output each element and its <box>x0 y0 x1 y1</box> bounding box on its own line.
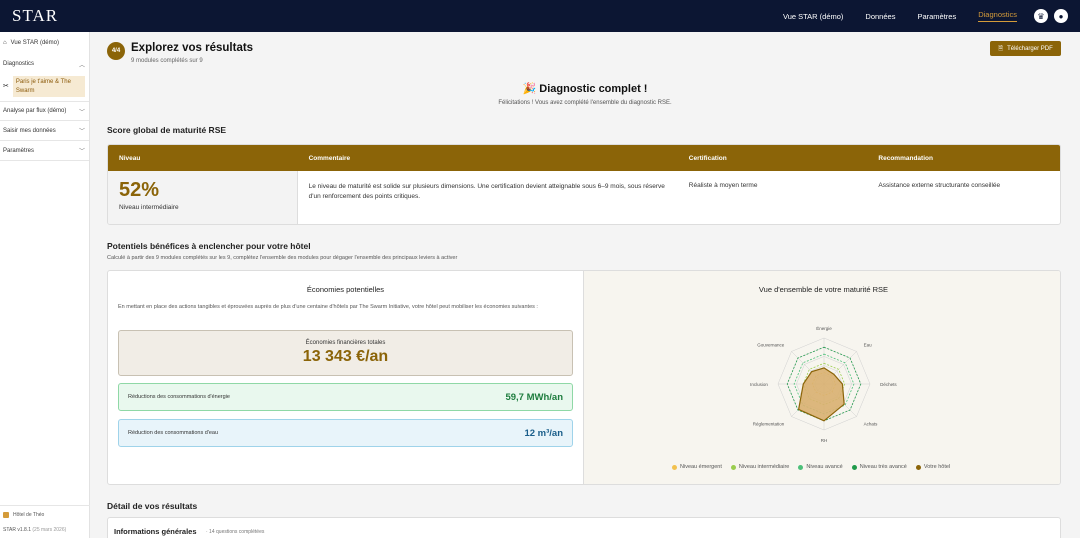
sidebar: ⌂ Vue STAR (démo) Diagnostics ︿ ✂ Paris j… <box>0 32 90 538</box>
legend-label: Niveau émergent <box>680 464 722 470</box>
radar-chart: Énergie Eau Déchets Achats RH Réglementation I… <box>750 325 897 443</box>
user-avatar-icon[interactable]: ● <box>1054 9 1068 23</box>
nav-parametres[interactable]: Paramètres <box>906 0 967 32</box>
score-level: Niveau intermédiaire <box>119 204 179 211</box>
radar-axis-label: Énergie <box>816 325 832 331</box>
radar-title: Vue d'ensemble de votre maturité RSE <box>758 285 889 294</box>
total-savings-value: 13 343 €/an <box>302 348 389 365</box>
radar-axis-label: Gouvernance <box>757 342 785 347</box>
total-savings-box: Économies financières totales 13 343 €/a… <box>118 330 573 376</box>
score-level-cell: 52% Niveau intermédiaire <box>108 171 298 224</box>
legend-label: Votre hôtel <box>923 464 951 470</box>
tools-icon: ✂ <box>3 83 9 90</box>
score-certification: Réaliste à moyen terme <box>688 182 758 189</box>
header-certification: Certification <box>688 154 727 162</box>
economies-title: Économies potentielles <box>306 285 385 294</box>
sidebar-item-vue-star[interactable]: ⌂ Vue STAR (démo) <box>0 32 89 54</box>
energy-reduction-box: Réductions des consommations d'énergie 5… <box>118 383 573 411</box>
score-table: Niveau Commentaire Certification Recomma… <box>107 144 1061 225</box>
score-recommendation: Assistance externe structurante conseill… <box>878 182 1001 189</box>
party-icon: 🎉 <box>522 83 537 95</box>
benefits-subtitle: Calculé à partir des 9 modules complétés… <box>107 255 458 261</box>
header-commentaire: Commentaire <box>308 154 351 162</box>
energy-reduction-label: Réductions des consommations d'énergie <box>128 394 230 400</box>
chevron-up-icon: ︿ <box>78 62 85 69</box>
legend-label: Niveau intermédiaire <box>738 464 790 470</box>
detail-card-title: Informations générales <box>114 527 197 536</box>
legend-label: Niveau très avancé <box>859 464 907 470</box>
main-nav: Vue STAR (démo) Données Paramètres Diagn… <box>772 0 1068 32</box>
radar-axis-label: Eau <box>864 342 873 347</box>
main-content: 4/4 Explorez vos résultats 9 modules com… <box>90 32 1080 538</box>
page-title: Explorez vos résultats <box>131 42 254 54</box>
legend-dot-icon <box>851 464 857 470</box>
sidebar-item-parametres[interactable]: Paramètres ﹀ <box>0 141 89 161</box>
legend-dot-icon <box>915 464 921 470</box>
radar-axis-label: RH <box>821 438 828 443</box>
radar-hotel-series <box>797 367 845 422</box>
sidebar-subitem-diagnostic[interactable]: ✂ Paris je t'aime & The Swarm <box>3 76 85 97</box>
completion-subtitle: Félicitations ! Vous avez complété l'ens… <box>498 100 672 106</box>
completion-title: 🎉 Diagnostic complet ! <box>522 83 648 95</box>
header-recommandation: Recommandation <box>878 154 933 162</box>
chevron-down-icon: ﹀ <box>78 149 85 155</box>
detail-card[interactable]: Informations générales · 14 questions co… <box>107 517 1061 538</box>
document-icon: 🗎 <box>998 45 1004 52</box>
nav-vue-star[interactable]: Vue STAR (démo) <box>772 0 854 32</box>
score-comment: Le niveau de maturité est solide sur plu… <box>308 183 665 200</box>
radar-axis-label: Inclusion <box>750 382 768 387</box>
legend-dot-icon <box>672 464 677 470</box>
sidebar-item-analyse[interactable]: Analyse par flux (démo) ﹀ <box>0 101 89 121</box>
header-niveau: Niveau <box>119 154 141 162</box>
legend-item[interactable]: Niveau émergent <box>672 464 722 470</box>
total-savings-label: Économies financières totales <box>305 340 386 346</box>
water-reduction-value: 12 m³/an <box>524 427 563 439</box>
legend-dot-icon <box>730 464 736 470</box>
legend-label: Niveau avancé <box>806 464 843 470</box>
radar-legend: Niveau émergent Niveau intermédiaire Nivea… <box>672 464 950 470</box>
sidebar-hotel[interactable]: Hôtel de Théo <box>0 505 90 518</box>
hotel-icon <box>3 512 9 518</box>
legend-item[interactable]: Niveau intermédiaire <box>730 464 790 470</box>
legend-item[interactable]: Votre hôtel <box>915 464 951 470</box>
radar-axis-label: Achats <box>864 422 879 427</box>
score-table-header: Niveau Commentaire Certification Recomma… <box>108 145 1060 171</box>
nav-diagnostics[interactable]: Diagnostics <box>967 0 1028 32</box>
radar-panel: Vue d'ensemble de votre maturité RSE Éne… <box>583 271 1060 484</box>
radar-axis-label: Réglementation <box>753 422 785 427</box>
water-reduction-box: Réduction des consommations d'eau 12 m³/… <box>118 419 573 447</box>
detail-card-count: · 14 questions complétées <box>206 529 265 535</box>
legend-item[interactable]: Niveau très avancé <box>851 464 907 470</box>
score-table-row: 52% Niveau intermédiaire Le niveau de ma… <box>108 171 1060 224</box>
economies-panel: Économies potentielles En mettant en pla… <box>108 271 583 484</box>
crown-icon[interactable]: ♛ <box>1034 9 1048 23</box>
score-section-title: Score global de maturité RSE <box>107 125 227 135</box>
chevron-down-icon: ﹀ <box>78 129 85 135</box>
radar-axis-label: Déchets <box>880 382 897 387</box>
benefits-section-title: Potentiels bénéfices à enclencher pour v… <box>107 241 311 251</box>
detail-section-title: Détail de vos résultats <box>107 501 198 511</box>
home-icon: ⌂ <box>3 40 7 46</box>
app-version: STAR v1.8.1 (25 mars 2026) <box>3 527 67 533</box>
score-percent: 52% <box>119 179 160 201</box>
benefits-card: Économies potentielles En mettant en pla… <box>107 270 1061 485</box>
page-subtitle: 9 modules complétés sur 9 <box>131 58 203 64</box>
step-badge: 4/4 <box>107 42 125 60</box>
economies-intro: En mettant en place des actions tangible… <box>118 304 538 310</box>
sidebar-item-diagnostics[interactable]: Diagnostics ︿ <box>0 54 89 74</box>
water-reduction-label: Réduction des consommations d'eau <box>128 430 219 436</box>
nav-donnees[interactable]: Données <box>854 0 906 32</box>
chevron-down-icon: ﹀ <box>78 109 85 116</box>
energy-reduction-value: 59,7 MWh/an <box>505 391 563 403</box>
sidebar-item-saisir[interactable]: Saisir mes données ﹀ <box>0 121 89 141</box>
legend-item[interactable]: Niveau avancé <box>798 464 843 470</box>
top-navbar: STAR Vue STAR (démo) Données Paramètres … <box>0 0 1080 32</box>
legend-dot-icon <box>798 464 804 470</box>
app-logo[interactable]: STAR <box>12 6 58 26</box>
download-pdf-button[interactable]: 🗎 Télécharger PDF <box>990 41 1061 56</box>
